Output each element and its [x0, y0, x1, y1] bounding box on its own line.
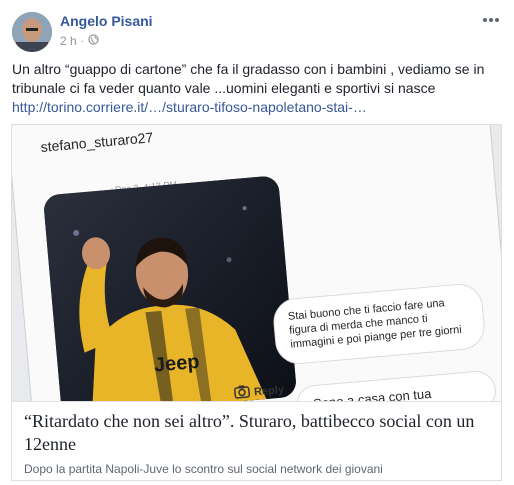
jersey-sponsor-text: Jeep: [153, 351, 200, 377]
post-meta: 2 h ·: [60, 34, 99, 48]
post-link[interactable]: http://torino.corriere.it/…/sturaro-tifo…: [12, 98, 367, 117]
globe-icon[interactable]: [88, 34, 99, 48]
reply-label: Reply: [253, 383, 285, 398]
post-text: Un altro “guappo di cartone” che fa il g…: [12, 61, 485, 96]
author-avatar[interactable]: [12, 12, 52, 52]
separator-dot: ·: [80, 35, 85, 47]
article-description: Dopo la partita Napoli-Juve lo scontro s…: [24, 462, 383, 476]
facebook-post: Angelo Pisani 2 h · Un altro “guappo di …: [0, 0, 514, 485]
article-title[interactable]: “Ritardato che non sei altro”. Sturaro, …: [24, 410, 489, 456]
camera-icon: [233, 384, 251, 401]
dm-reply: Reply: [233, 381, 284, 401]
preview-image[interactable]: stefano_sturaro27 Dec 2, 4:17 PM: [12, 125, 501, 401]
author-name[interactable]: Angelo Pisani: [60, 13, 153, 29]
player-photo: Jeep: [42, 175, 298, 401]
preview-caption[interactable]: “Ritardato che non sei altro”. Sturaro, …: [12, 401, 501, 480]
more-options-icon[interactable]: [478, 10, 504, 30]
post-time[interactable]: 2 h: [60, 34, 77, 48]
link-preview-card[interactable]: stefano_sturaro27 Dec 2, 4:17 PM: [11, 124, 502, 481]
